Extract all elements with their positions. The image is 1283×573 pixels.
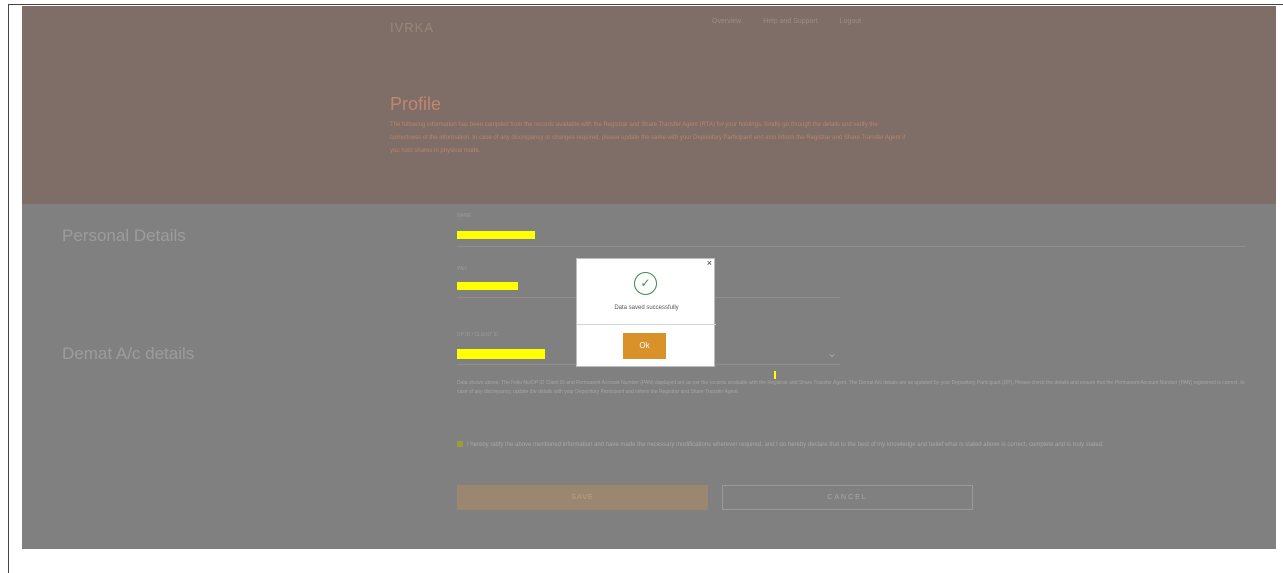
close-icon[interactable]: × [707, 258, 712, 268]
success-message: Data saved successfully [614, 305, 679, 311]
name-value-redacted [457, 231, 535, 239]
cancel-button[interactable]: CANCEL [722, 485, 973, 510]
dialog-divider [577, 324, 716, 325]
declaration: I hereby ratify the above mentioned info… [457, 440, 1247, 450]
name-label: NAME [457, 213, 472, 219]
name-field[interactable] [457, 246, 1246, 247]
nav-item-overview[interactable]: Overview [712, 18, 741, 25]
page-title: Profile [390, 94, 442, 114]
ok-button[interactable]: Ok [623, 333, 666, 359]
demat-details-heading: Demat A/c details [62, 344, 195, 363]
declaration-checkbox[interactable] [457, 441, 463, 448]
disclaimer-note: Data shown above: The Folio No/DP ID Cli… [457, 380, 1245, 395]
pan-label: PAN [457, 266, 467, 272]
success-dialog: × ✓ Data saved successfully Ok [576, 258, 716, 367]
personal-details-heading: Personal Details [62, 226, 186, 245]
brand-logo: IVRKA [390, 20, 435, 35]
nav-item-logout[interactable]: Logout [840, 18, 861, 25]
dp-id-value-redacted [457, 349, 545, 359]
dp-id-label: DP ID / CLIENT ID [457, 332, 499, 338]
save-button[interactable]: SAVE [457, 485, 708, 510]
chevron-down-icon[interactable]: ⌄ [827, 346, 837, 360]
page-description: The following information has been compi… [390, 122, 906, 154]
profile-hero: IVRKA Overview Help and Support Logout P… [22, 6, 1276, 204]
top-nav: Overview Help and Support Logout [712, 18, 861, 25]
declaration-text: I hereby ratify the above mentioned info… [467, 442, 1104, 448]
check-circle-icon: ✓ [634, 272, 657, 295]
nav-item-help[interactable]: Help and Support [763, 18, 817, 25]
pan-value-redacted [457, 282, 518, 290]
redaction-mark [774, 371, 776, 379]
